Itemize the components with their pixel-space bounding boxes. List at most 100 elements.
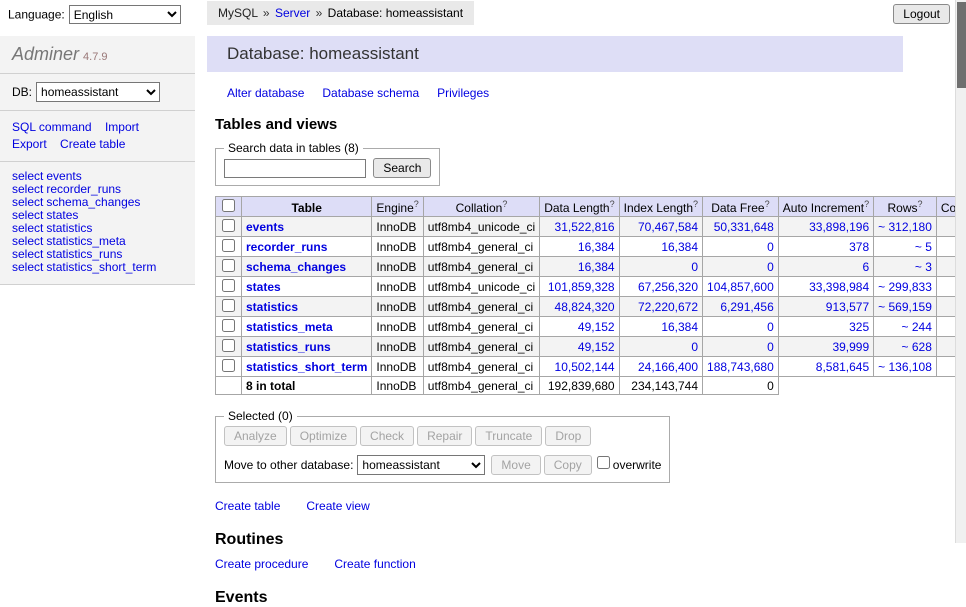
index-length-link[interactable]: 16,384 <box>661 320 698 334</box>
select-link[interactable]: select <box>12 169 43 183</box>
index-length-link[interactable]: 16,384 <box>661 240 698 254</box>
table-link[interactable]: states <box>46 208 78 222</box>
select-link[interactable]: select <box>12 260 43 274</box>
data-length-link[interactable]: 10,502,144 <box>555 360 615 374</box>
selected-action-button[interactable]: Optimize <box>290 426 357 446</box>
data-free-link[interactable]: 0 <box>767 340 774 354</box>
breadcrumb-mysql-link[interactable]: MySQL <box>218 6 258 20</box>
scrollbar-thumb[interactable] <box>957 2 966 88</box>
rows-link[interactable]: ~ 299,833 <box>878 280 932 294</box>
rows-link[interactable]: ~ 628 <box>902 340 932 354</box>
auto-increment-link[interactable]: 39,999 <box>832 340 869 354</box>
selected-action-button[interactable]: Drop <box>545 426 591 446</box>
copy-button[interactable]: Copy <box>544 455 592 475</box>
table-link[interactable]: events <box>46 169 81 183</box>
sidebar-action-link[interactable]: Export <box>12 137 47 151</box>
row-checkbox[interactable] <box>222 339 235 352</box>
breadcrumb-server-link[interactable]: Server <box>275 6 310 20</box>
select-all-checkbox[interactable] <box>222 199 235 212</box>
help-link[interactable]: ? <box>502 199 507 209</box>
table-name-link[interactable]: statistics_runs <box>246 340 331 354</box>
rows-link[interactable]: ~ 244 <box>902 320 932 334</box>
index-length-link[interactable]: 24,166,400 <box>638 360 698 374</box>
auto-increment-link[interactable]: 6 <box>862 260 869 274</box>
row-checkbox[interactable] <box>222 299 235 312</box>
row-checkbox[interactable] <box>222 219 235 232</box>
data-length-link[interactable]: 16,384 <box>578 240 615 254</box>
auto-increment-link[interactable]: 913,577 <box>826 300 869 314</box>
sidebar-action-link[interactable]: Import <box>105 120 139 134</box>
data-free-link[interactable]: 0 <box>767 320 774 334</box>
index-length-link[interactable]: 72,220,672 <box>638 300 698 314</box>
table-link[interactable]: statistics_meta <box>46 234 125 248</box>
table-name-link[interactable]: states <box>246 280 281 294</box>
create-link[interactable]: Create view <box>306 499 369 513</box>
rows-link[interactable]: ~ 3 <box>915 260 932 274</box>
help-link[interactable]: ? <box>414 199 419 209</box>
index-length-link[interactable]: 0 <box>691 340 698 354</box>
selected-action-button[interactable]: Analyze <box>224 426 287 446</box>
data-length-link[interactable]: 16,384 <box>578 260 615 274</box>
index-length-link[interactable]: 0 <box>691 260 698 274</box>
routine-link[interactable]: Create procedure <box>215 557 308 571</box>
help-link[interactable]: ? <box>918 199 923 209</box>
select-link[interactable]: select <box>12 234 43 248</box>
row-checkbox[interactable] <box>222 359 235 372</box>
create-link[interactable]: Create table <box>215 499 280 513</box>
vertical-scrollbar[interactable] <box>955 0 966 543</box>
data-length-link[interactable]: 49,152 <box>578 320 615 334</box>
auto-increment-link[interactable]: 33,398,984 <box>809 280 869 294</box>
data-free-link[interactable]: 104,857,600 <box>707 280 774 294</box>
row-checkbox[interactable] <box>222 239 235 252</box>
table-link[interactable]: statistics_runs <box>46 247 122 261</box>
rows-link[interactable]: ~ 5 <box>915 240 932 254</box>
db-action-link[interactable]: Database schema <box>322 86 419 100</box>
auto-increment-link[interactable]: 8,581,645 <box>816 360 869 374</box>
table-link[interactable]: schema_changes <box>46 195 140 209</box>
table-name-link[interactable]: schema_changes <box>246 260 346 274</box>
table-name-link[interactable]: statistics <box>246 300 298 314</box>
sidebar-action-link[interactable]: Create table <box>60 137 125 151</box>
table-link[interactable]: statistics <box>46 221 92 235</box>
table-name-link[interactable]: statistics_meta <box>246 320 333 334</box>
select-link[interactable]: select <box>12 208 43 222</box>
table-name-link[interactable]: events <box>246 220 284 234</box>
table-link[interactable]: recorder_runs <box>46 182 121 196</box>
data-length-link[interactable]: 101,859,328 <box>548 280 615 294</box>
move-button[interactable]: Move <box>491 455 540 475</box>
table-name-link[interactable]: statistics_short_term <box>246 360 367 374</box>
data-length-link[interactable]: 49,152 <box>578 340 615 354</box>
routine-link[interactable]: Create function <box>334 557 415 571</box>
move-db-select[interactable]: homeassistant <box>357 455 485 475</box>
help-link[interactable]: ? <box>610 199 615 209</box>
selected-action-button[interactable]: Repair <box>417 426 472 446</box>
search-button[interactable]: Search <box>373 158 431 178</box>
select-link[interactable]: select <box>12 195 43 209</box>
row-checkbox[interactable] <box>222 259 235 272</box>
select-link[interactable]: select <box>12 182 43 196</box>
row-checkbox[interactable] <box>222 279 235 292</box>
rows-link[interactable]: ~ 136,108 <box>878 360 932 374</box>
help-link[interactable]: ? <box>864 199 869 209</box>
rows-link[interactable]: ~ 569,159 <box>878 300 932 314</box>
auto-increment-link[interactable]: 33,898,196 <box>809 220 869 234</box>
index-length-link[interactable]: 67,256,320 <box>638 280 698 294</box>
db-action-link[interactable]: Privileges <box>437 86 489 100</box>
data-free-link[interactable]: 0 <box>767 240 774 254</box>
db-select[interactable]: homeassistant <box>36 82 160 102</box>
data-free-link[interactable]: 188,743,680 <box>707 360 774 374</box>
help-link[interactable]: ? <box>765 199 770 209</box>
data-free-link[interactable]: 50,331,648 <box>714 220 774 234</box>
data-length-link[interactable]: 31,522,816 <box>555 220 615 234</box>
table-link[interactable]: statistics_short_term <box>46 260 156 274</box>
select-link[interactable]: select <box>12 247 43 261</box>
overwrite-checkbox[interactable] <box>597 456 610 469</box>
logout-button[interactable]: Logout <box>893 4 950 24</box>
selected-action-button[interactable]: Truncate <box>475 426 542 446</box>
index-length-link[interactable]: 70,467,584 <box>638 220 698 234</box>
rows-link[interactable]: ~ 312,180 <box>878 220 932 234</box>
db-action-link[interactable]: Alter database <box>227 86 304 100</box>
select-link[interactable]: select <box>12 221 43 235</box>
selected-action-button[interactable]: Check <box>360 426 414 446</box>
search-input[interactable] <box>224 159 366 178</box>
